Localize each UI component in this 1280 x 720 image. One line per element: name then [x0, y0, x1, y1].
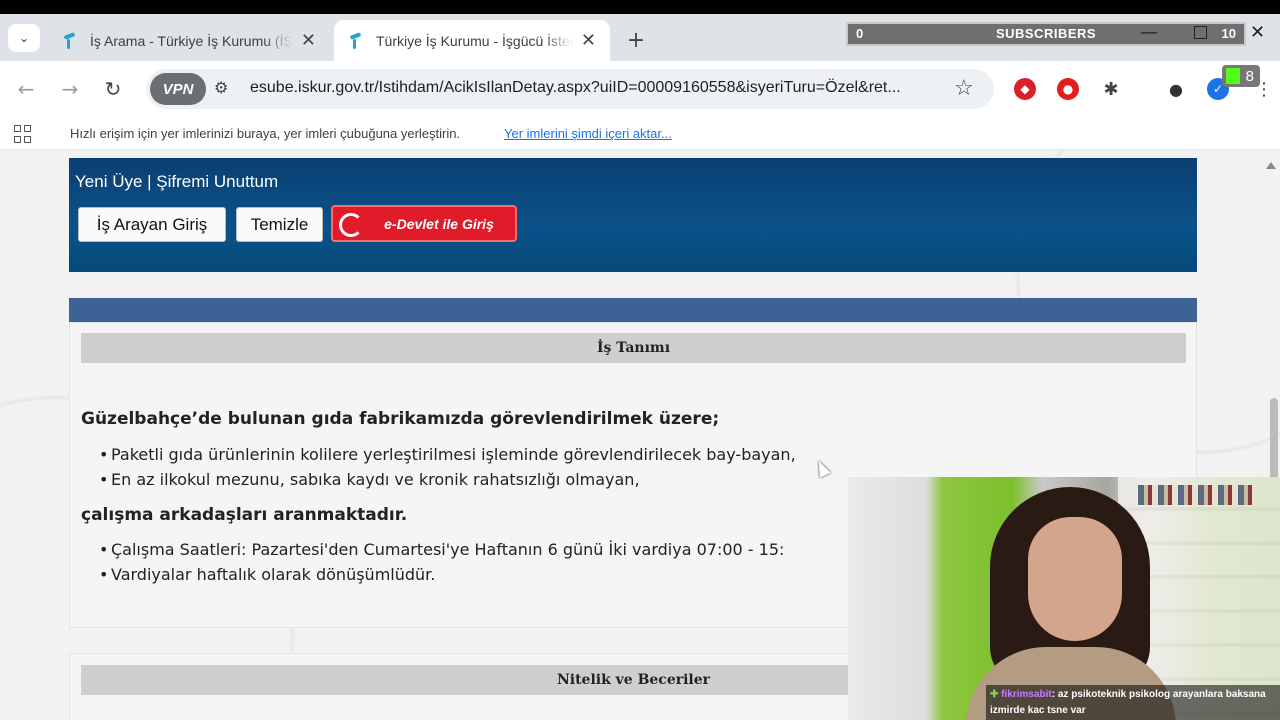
profile-icon[interactable]: ● — [1165, 78, 1187, 100]
member-links[interactable]: Yeni Üye | Şifremi Unuttum — [75, 172, 278, 192]
section-divider-bar — [69, 298, 1197, 322]
job-intro: Güzelbahçe’de bulunan gıda fabrikamızda … — [81, 409, 720, 429]
extension-badge-count: 8 — [1245, 67, 1254, 85]
reload-icon[interactable]: ↻ — [101, 77, 125, 101]
back-arrow-icon[interactable]: ← — [14, 77, 38, 101]
job-middle-text: çalışma arkadaşları aranmaktadır. — [81, 505, 408, 525]
url-text[interactable]: esube.iskur.gov.tr/Istihdam/AcikIsIlanDe… — [250, 79, 901, 97]
list-item: En az ilkokul mezunu, sabıka kaydı ve kr… — [99, 470, 640, 489]
tab-title: İş Arama - Türkiye İş Kurumu (İŞ — [90, 32, 293, 49]
chat-badge-icon: ✚ — [990, 689, 1002, 700]
close-icon[interactable]: ✕ — [581, 30, 596, 51]
window-close-icon[interactable]: ✕ — [1250, 22, 1265, 43]
shield-extension-icon[interactable]: ◆ — [1014, 78, 1036, 100]
tab-title: Türkiye İş Kurumu - İşgücü İster — [376, 32, 573, 49]
menu-dots-icon[interactable]: ⋮ — [1255, 79, 1273, 100]
webcam-overlay: ✚ fikrimsabit: az psikoteknik psikolog a… — [848, 477, 1280, 720]
apps-grid-icon[interactable] — [14, 125, 32, 143]
chevron-down-icon: ⌄ — [18, 31, 30, 45]
chat-text-line1: : az psikoteknik psikolog arayanlara bak… — [1051, 689, 1266, 700]
edevlet-button-label: e-Devlet ile Giriş — [384, 215, 494, 232]
import-bookmarks-link[interactable]: Yer imlerini şimdi içeri aktar... — [504, 126, 672, 141]
vpn-badge[interactable]: VPN — [150, 73, 206, 105]
tab-isgucu[interactable]: Türkiye İş Kurumu - İşgücü İster ✕ — [334, 20, 610, 61]
edevlet-logo-icon — [339, 213, 363, 237]
clear-button[interactable]: Temizle — [236, 207, 323, 242]
scroll-up-arrow-icon[interactable] — [1266, 162, 1276, 169]
iskur-favicon-icon — [348, 33, 364, 49]
chat-message: ✚ fikrimsabit: az psikoteknik psikolog a… — [986, 685, 1280, 720]
bookmark-star-icon[interactable]: ☆ — [954, 76, 974, 101]
person-face — [1028, 517, 1122, 641]
chat-text-line2: izmirde kac tsne var — [990, 705, 1086, 716]
maximize-icon[interactable] — [1194, 26, 1207, 39]
subscriber-counter: 0 SUBSCRIBERS 10 — [846, 22, 1246, 46]
list-item: Çalışma Saatleri: Pazartesi'den Cumartes… — [99, 540, 784, 559]
site-info-icon[interactable]: ⚙ — [214, 78, 236, 100]
bookmarks-bar: Hızlı erişim için yer imlerinizi buraya,… — [0, 118, 1280, 150]
extensions-puzzle-icon[interactable]: ✱ — [1100, 78, 1122, 100]
list-item: Paketli gıda ürünlerinin kolilere yerleş… — [99, 445, 796, 464]
subscriber-label: SUBSCRIBERS — [995, 26, 1097, 41]
close-icon[interactable]: ✕ — [301, 30, 316, 51]
job-seeker-login-button[interactable]: İş Arayan Giriş — [78, 207, 226, 242]
forward-arrow-icon[interactable]: → — [58, 77, 82, 101]
tab-search-button[interactable]: ⌄ — [8, 24, 40, 52]
kick-icon — [1226, 68, 1240, 84]
browser-toolbar: ← → ↻ VPN ⚙ esube.iskur.gov.tr/Istihdam/… — [0, 61, 1280, 118]
tab-is-arama[interactable]: İş Arama - Türkiye İş Kurumu (İŞ ✕ — [48, 20, 330, 61]
bookmarks-message: Hızlı erişim için yer imlerinizi buraya,… — [70, 126, 461, 141]
adblock-extension-icon[interactable]: ● — [1057, 78, 1079, 100]
minimize-icon[interactable]: — — [1140, 22, 1158, 43]
subscriber-right-count: 10 — [1221, 26, 1236, 41]
edevlet-login-button[interactable]: e-Devlet ile Giriş — [331, 205, 517, 242]
address-bar[interactable]: VPN ⚙ esube.iskur.gov.tr/Istihdam/AcikIs… — [146, 69, 994, 109]
chat-username: fikrimsabit — [1001, 689, 1052, 700]
top-strip — [0, 0, 1280, 14]
new-tab-button[interactable]: + — [624, 28, 648, 53]
iskur-favicon-icon — [62, 33, 78, 49]
list-item: Vardiyalar haftalık olarak dönüşümlüdür. — [99, 565, 435, 584]
login-header-panel: Yeni Üye | Şifremi Unuttum İş Arayan Gir… — [69, 158, 1197, 272]
section-title-job-description: İş Tanımı — [81, 333, 1186, 363]
